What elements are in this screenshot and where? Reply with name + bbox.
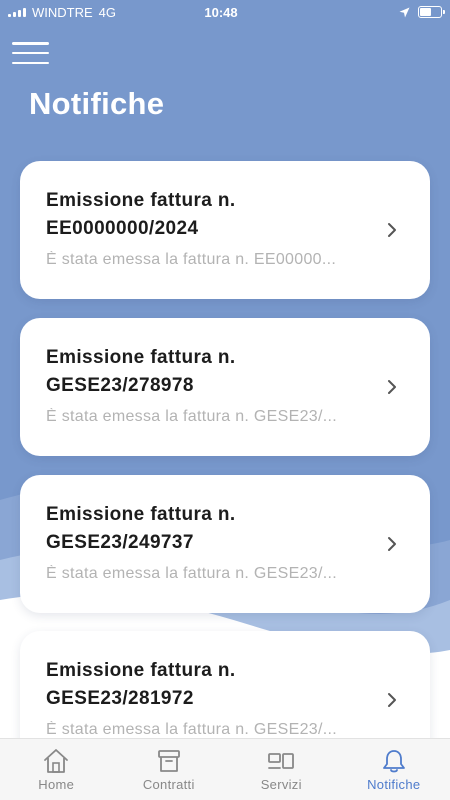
- notification-invoice-number: GESE23/249737: [46, 532, 194, 553]
- bell-icon: [382, 750, 405, 773]
- notification-card[interactable]: Emissione fattura n. GESE23/278978 È sta…: [20, 318, 430, 456]
- notification-title: Emissione fattura n. EE0000000/2024: [46, 187, 366, 243]
- status-time: 10:48: [204, 4, 238, 20]
- services-icon: [268, 753, 295, 769]
- notification-preview: È stata emessa la fattura n. GESE23/...: [46, 408, 337, 425]
- location-arrow-icon: [399, 7, 410, 17]
- notification-invoice-number: GESE23/281972: [46, 688, 194, 709]
- tab-home[interactable]: Home: [0, 739, 113, 800]
- notification-title-line1: Emissione fattura n.: [46, 660, 236, 681]
- page-title: Notifiche: [29, 86, 165, 121]
- archive-box-icon: [157, 750, 180, 772]
- notification-title: Emissione fattura n. GESE23/249737: [46, 501, 366, 557]
- notification-card[interactable]: Emissione fattura n. EE0000000/2024 È st…: [20, 161, 430, 299]
- notification-invoice-number: EE0000000/2024: [46, 218, 199, 239]
- tab-contratti-label: Contratti: [142, 777, 195, 792]
- notification-card[interactable]: Emissione fattura n. GESE23/249737 È sta…: [20, 475, 430, 613]
- tab-servizi-label: Servizi: [260, 777, 302, 792]
- notification-title-line1: Emissione fattura n.: [46, 190, 236, 211]
- notification-preview: È stata emessa la fattura n. GESE23/...: [46, 565, 337, 582]
- tab-bar: Home Contratti Servizi Notifiche: [0, 738, 450, 800]
- battery-icon: [418, 6, 445, 18]
- notification-preview: È stata emessa la fattura n. EE00000...: [46, 251, 337, 268]
- status-bar: WINDTRE 4G 10:48: [0, 0, 450, 24]
- tab-notifiche[interactable]: Notifiche: [338, 739, 450, 800]
- tab-contratti[interactable]: Contratti: [113, 739, 226, 800]
- tab-notifiche-label: Notifiche: [367, 777, 421, 792]
- carrier-label: WINDTRE: [32, 4, 93, 20]
- signal-icon: [8, 7, 26, 17]
- chevron-right-icon: [388, 380, 396, 394]
- tab-home-label: Home: [38, 777, 75, 792]
- notification-title: Emissione fattura n. GESE23/278978: [46, 344, 366, 400]
- notification-title-line1: Emissione fattura n.: [46, 347, 236, 368]
- hamburger-menu-icon[interactable]: [12, 42, 49, 64]
- chevron-right-icon: [388, 693, 396, 707]
- notification-title: Emissione fattura n. GESE23/281972: [46, 657, 366, 713]
- network-label: 4G: [98, 4, 117, 20]
- tab-servizi[interactable]: Servizi: [225, 739, 338, 800]
- notification-preview: È stata emessa la fattura n. GESE23/...: [46, 721, 337, 738]
- notification-title-line1: Emissione fattura n.: [46, 504, 236, 525]
- home-icon: [44, 749, 69, 773]
- chevron-right-icon: [388, 223, 396, 237]
- chevron-right-icon: [388, 537, 396, 551]
- notification-invoice-number: GESE23/278978: [46, 375, 194, 396]
